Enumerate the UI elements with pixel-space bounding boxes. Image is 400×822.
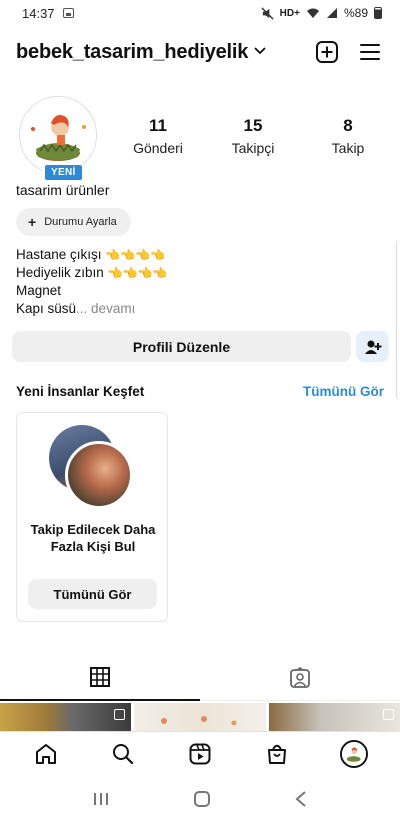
nav-profile[interactable] <box>334 734 374 774</box>
new-badge: YENİ <box>43 163 84 182</box>
set-status-button[interactable]: + Durumu Ayarla <box>16 208 131 236</box>
bio-line-4: Kapı süsü <box>16 301 77 316</box>
username: bebek_tasarim_hediyelik <box>16 40 249 63</box>
recent-apps-icon[interactable] <box>92 791 110 807</box>
tab-tagged[interactable] <box>200 655 400 701</box>
post-grid <box>0 703 400 731</box>
display-name: tasarim ürünler <box>16 182 110 198</box>
battery-percent: %89 <box>343 6 368 20</box>
profile-tabs <box>0 655 400 701</box>
stat-value: 15 <box>243 116 263 135</box>
bottom-navigation <box>0 731 400 775</box>
profile-avatar-icon <box>339 739 368 768</box>
signal-icon <box>326 8 337 18</box>
suggestion-text: Takip Edilecek Daha Fazla Kişi Bul <box>30 522 156 554</box>
bio-line-2: Hediyelik zıbın <box>16 265 104 280</box>
tab-grid[interactable] <box>0 655 200 701</box>
suggestion-see-all-button[interactable]: Tümünü Gör <box>28 579 157 609</box>
bib-pattern <box>161 716 237 726</box>
post-thumbnail[interactable] <box>0 703 132 731</box>
stat-followers[interactable]: 15 Takipçi <box>213 116 293 156</box>
discover-see-all-link[interactable]: Tümünü Gör <box>303 384 384 399</box>
nav-search[interactable] <box>103 734 143 774</box>
stat-label: Takip <box>331 140 365 156</box>
stat-posts[interactable]: 11 Gönderi <box>118 116 198 156</box>
network-label: HD+ <box>279 7 300 19</box>
pointing-hand-icons: 👈👈👈👈 <box>105 248 166 262</box>
stat-label: Gönderi <box>133 140 183 156</box>
mute-icon <box>261 6 274 20</box>
menu-icon[interactable] <box>360 44 380 60</box>
chevron-down-icon <box>254 47 266 55</box>
profile-header: bebek_tasarim_hediyelik <box>0 32 400 72</box>
create-post-icon[interactable] <box>316 41 338 63</box>
grid-icon <box>90 667 110 687</box>
status-time: 14:37 <box>22 5 55 21</box>
battery-icon <box>374 7 382 19</box>
set-status-label: Durumu Ayarla <box>44 216 117 228</box>
bio-line-1: Hastane çıkışı <box>16 247 102 262</box>
stat-value: 11 <box>149 116 167 135</box>
home-button-icon[interactable] <box>193 790 211 808</box>
suggestion-card: Takip Edilecek Daha Fazla Kişi Bul Tümün… <box>16 412 168 622</box>
stat-following[interactable]: 8 Takip <box>308 116 388 156</box>
gallery-icon <box>62 8 74 18</box>
scroll-indicator <box>396 240 400 400</box>
shopping-bag-icon <box>267 744 286 764</box>
post-thumbnail[interactable] <box>268 703 400 731</box>
nav-home[interactable] <box>26 734 66 774</box>
multiple-photos-icon <box>114 709 126 720</box>
discover-title: Yeni İnsanlar Keşfet <box>16 384 145 399</box>
tagged-person-icon <box>290 666 310 688</box>
nav-reels[interactable] <box>180 734 220 774</box>
wifi-icon <box>306 8 319 18</box>
system-navigation <box>0 775 400 822</box>
profile-avatar[interactable]: YENİ <box>19 96 97 182</box>
profile-stats: 11 Gönderi 15 Takipçi 8 Takip <box>118 116 388 156</box>
plus-icon: + <box>28 214 37 230</box>
account-switcher[interactable]: bebek_tasarim_hediyelik <box>16 41 266 64</box>
discover-people-button[interactable] <box>356 331 389 362</box>
add-person-icon <box>364 340 381 354</box>
nav-shop[interactable] <box>257 734 297 774</box>
pointing-hand-icons: 👈👈👈👈 <box>107 266 168 280</box>
reels-icon <box>189 743 211 764</box>
stat-label: Takipçi <box>231 140 275 156</box>
bio: Hastane çıkışı 👈👈👈👈 Hediyelik zıbın 👈👈👈👈… <box>16 246 167 318</box>
edit-profile-button[interactable]: Profili Düzenle <box>12 331 351 362</box>
multiple-photos-icon <box>382 709 394 720</box>
status-bar: 14:37 HD+ %89 <box>0 0 400 26</box>
stat-value: 8 <box>343 116 353 135</box>
post-thumbnail[interactable] <box>134 703 266 731</box>
suggestion-avatars <box>49 425 139 515</box>
bio-more-link[interactable]: ... devamı <box>76 301 135 316</box>
bio-line-3: Magnet <box>16 283 62 298</box>
suggestion-avatar-front <box>65 441 133 509</box>
back-icon[interactable] <box>294 790 308 808</box>
search-icon <box>113 743 134 764</box>
home-icon <box>36 743 57 764</box>
